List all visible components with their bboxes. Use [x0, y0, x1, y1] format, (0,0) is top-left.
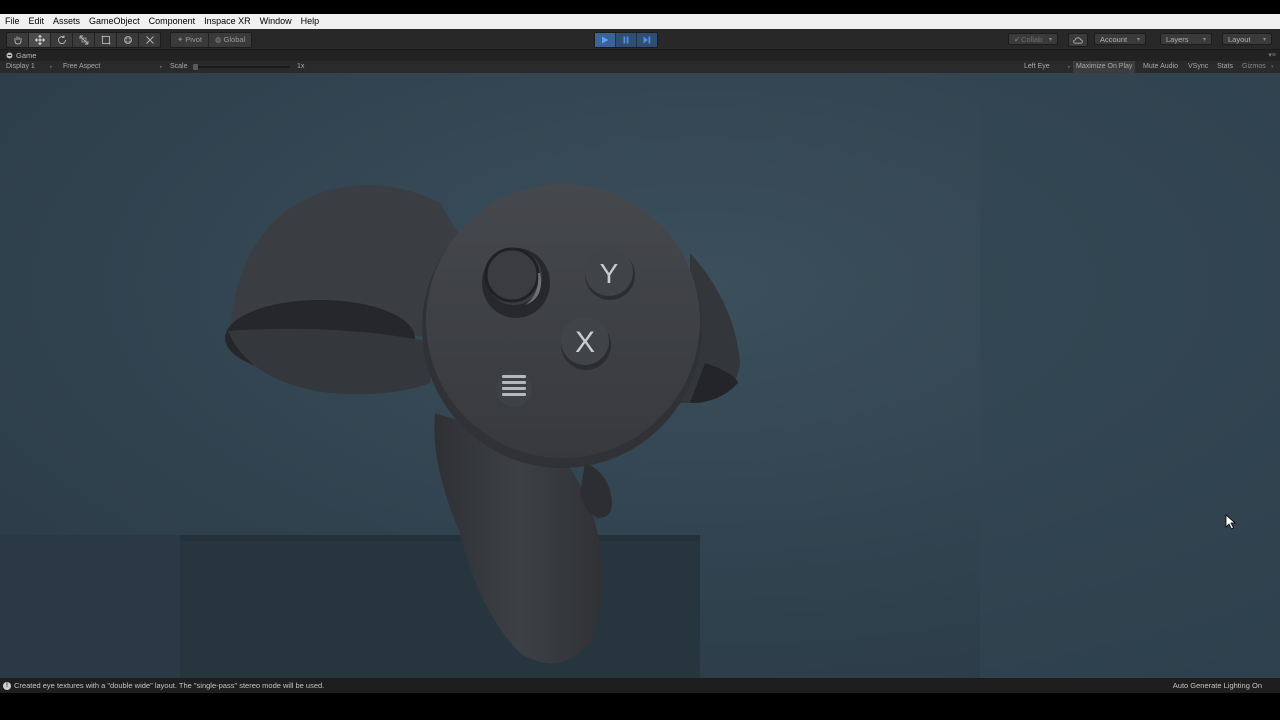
layers-label: Layers	[1166, 34, 1189, 44]
layout-label: Layout	[1228, 34, 1251, 44]
scene-render: Y X	[0, 73, 1280, 678]
window-bottom-band	[0, 693, 1280, 720]
scale-slider-handle[interactable]	[193, 64, 198, 70]
globe-icon: ◍	[214, 35, 222, 44]
lighting-status: Auto Generate Lighting On	[1172, 681, 1262, 690]
info-icon: !	[3, 681, 11, 690]
menu-edit[interactable]: Edit	[24, 14, 49, 29]
menu-inspace-xr[interactable]: Inspace XR	[200, 14, 256, 29]
menu-window[interactable]: Window	[255, 14, 296, 29]
custom-tool-icon[interactable]	[139, 33, 160, 47]
scale-value: 1x	[297, 63, 305, 70]
chevron-down-icon: ▾	[1202, 36, 1206, 43]
eye-chevron-icon: ▸	[1068, 64, 1071, 70]
menu-component[interactable]: Component	[144, 14, 200, 29]
mouse-cursor-icon	[1225, 514, 1237, 530]
scale-slider-track[interactable]	[194, 66, 290, 68]
menu-file[interactable]: File	[0, 14, 24, 29]
transform-tools	[6, 32, 161, 48]
console-message-text: Created eye textures with a "double wide…	[14, 681, 325, 690]
status-bar: ! Created eye textures with a "double wi…	[0, 678, 1280, 693]
rect-tool-icon[interactable]	[95, 33, 117, 47]
console-message[interactable]: ! Created eye textures with a "double wi…	[3, 678, 324, 693]
window-top-band	[0, 0, 1280, 14]
menu-help[interactable]: Help	[296, 14, 324, 29]
chevron-down-icon: ▾	[1136, 36, 1140, 43]
pivot-button[interactable]: ✦ Pivot	[171, 33, 209, 47]
button-y-label: Y	[600, 258, 619, 289]
game-tab-bar: Game ▾≡	[0, 50, 1280, 61]
chevron-down-icon: ▾	[1048, 36, 1052, 43]
hand-tool-icon[interactable]	[7, 33, 29, 47]
vsync-toggle[interactable]: VSync	[1188, 61, 1208, 73]
tab-game[interactable]: Game	[6, 51, 36, 60]
chevron-down-icon: ▾	[1262, 36, 1266, 43]
menu-gameobject[interactable]: GameObject	[85, 14, 145, 29]
move-tool-icon[interactable]	[29, 33, 51, 47]
cloud-icon	[1073, 36, 1083, 44]
collab-label: Collab	[1021, 34, 1043, 44]
pause-icon[interactable]	[616, 33, 637, 47]
step-icon[interactable]	[637, 33, 657, 47]
account-label: Account	[1100, 34, 1128, 44]
game-icon	[6, 52, 13, 59]
check-icon: ✔	[1014, 34, 1021, 44]
transform-tool-icon[interactable]	[117, 33, 139, 47]
stats-toggle[interactable]: Stats	[1217, 61, 1233, 73]
rotate-tool-icon[interactable]	[51, 33, 73, 47]
play-icon[interactable]	[595, 33, 616, 47]
scale-label: Scale	[170, 63, 188, 70]
pivot-icon: ✦	[177, 35, 184, 44]
tab-game-label: Game	[16, 51, 37, 60]
display-dropdown[interactable]: Display 1	[6, 61, 35, 73]
scale-tool-icon[interactable]	[73, 33, 95, 47]
display-chevron-icon: ▸	[50, 64, 53, 70]
mute-audio-toggle[interactable]: Mute Audio	[1143, 61, 1178, 73]
layout-dropdown[interactable]: Layout ▾	[1222, 33, 1272, 45]
layers-dropdown[interactable]: Layers ▾	[1160, 33, 1212, 45]
game-viewport[interactable]: Y X	[0, 73, 1280, 678]
tab-menu-icon[interactable]: ▾≡	[1268, 51, 1276, 59]
game-view-toolbar: Display 1 ▸ Free Aspect ▸ Scale 1x Left …	[0, 61, 1280, 73]
aspect-dropdown[interactable]: Free Aspect	[63, 61, 100, 73]
global-label: Global	[223, 35, 246, 44]
play-controls	[594, 32, 658, 48]
collab-dropdown[interactable]: ✔ Collab ▾	[1008, 33, 1058, 45]
aspect-chevron-icon: ▸	[160, 64, 163, 70]
button-x-label: X	[575, 326, 595, 359]
account-dropdown[interactable]: Account ▾	[1094, 33, 1146, 45]
global-button[interactable]: ◍ Global	[209, 33, 251, 47]
maximize-on-play-toggle[interactable]: Maximize On Play	[1073, 61, 1136, 73]
cloud-button[interactable]	[1068, 33, 1088, 47]
main-toolbar: ✦ Pivot ◍ Global ✔ Collab ▾ Account ▾ La…	[0, 29, 1280, 50]
gizmos-chevron-icon: ▾	[1271, 64, 1274, 70]
menu-bar: File Edit Assets GameObject Component In…	[0, 14, 1280, 29]
eye-dropdown[interactable]: Left Eye	[1024, 61, 1050, 73]
gizmos-dropdown[interactable]: Gizmos	[1242, 61, 1266, 73]
pivot-global-toggle: ✦ Pivot ◍ Global	[170, 32, 253, 48]
menu-assets[interactable]: Assets	[49, 14, 85, 29]
pivot-label: Pivot	[185, 35, 202, 44]
